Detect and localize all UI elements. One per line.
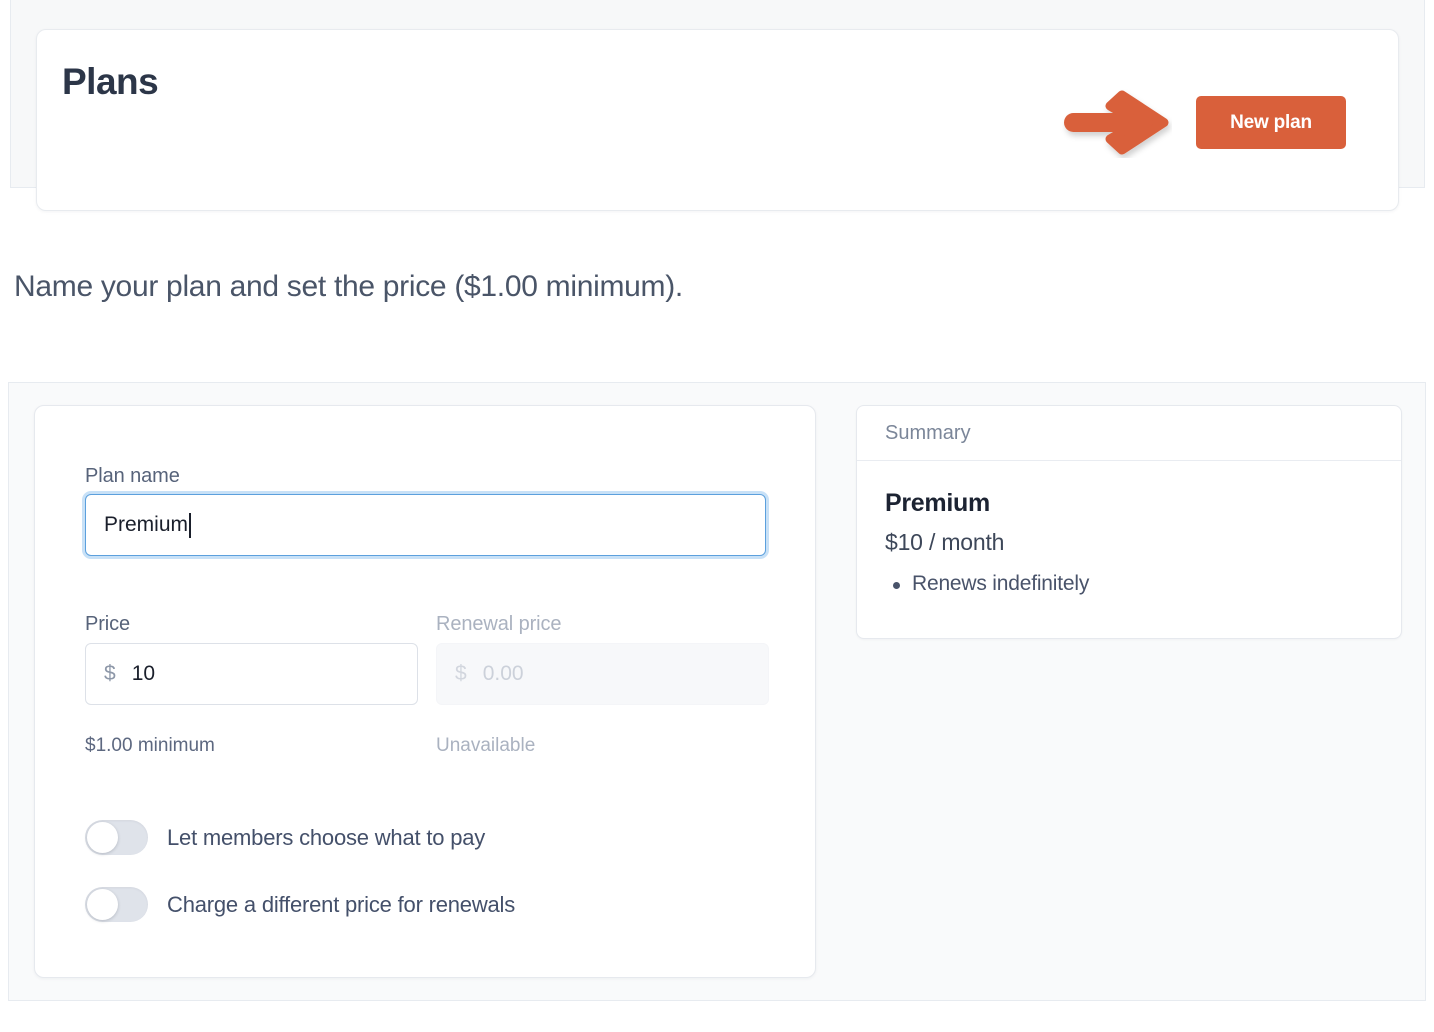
plan-form-card: Plan name Premium Price $ 10 $1.00 minim… bbox=[34, 405, 816, 978]
summary-body: Premium $10 / month Renews indefinitely bbox=[857, 461, 1401, 596]
price-currency-symbol: $ bbox=[104, 662, 116, 685]
renewal-price-helper-text: Unavailable bbox=[436, 735, 536, 756]
summary-bullet-list: Renews indefinitely bbox=[885, 572, 1373, 596]
page-title: Plans bbox=[62, 61, 159, 102]
toggle-row-charge-different-renewal[interactable]: Charge a different price for renewals bbox=[85, 887, 515, 922]
new-plan-button[interactable]: New plan bbox=[1196, 96, 1346, 149]
summary-header: Summary bbox=[857, 406, 1401, 461]
renewal-price-input: $ 0.00 bbox=[436, 643, 769, 705]
price-label: Price bbox=[85, 613, 131, 635]
summary-plan-price: $10 / month bbox=[885, 529, 1005, 555]
text-caret bbox=[189, 512, 192, 538]
plans-header-card bbox=[36, 29, 1399, 211]
plan-form-container: Plan name Premium Price $ 10 $1.00 minim… bbox=[8, 382, 1426, 1001]
renewal-price-placeholder: 0.00 bbox=[482, 662, 524, 685]
renewal-price-label: Renewal price bbox=[436, 613, 562, 635]
renewal-price-currency-symbol: $ bbox=[455, 662, 467, 685]
toggle-let-members-choose[interactable] bbox=[85, 820, 148, 855]
plans-page: Plans New plan Name your plan and set th… bbox=[0, 0, 1434, 1032]
toggle-label-let-members-choose: Let members choose what to pay bbox=[167, 824, 486, 850]
price-input-value: 10 bbox=[131, 662, 156, 685]
toggle-label-charge-different-renewal: Charge a different price for renewals bbox=[167, 891, 516, 917]
toggle-row-let-members-choose[interactable]: Let members choose what to pay bbox=[85, 820, 485, 855]
plan-name-input[interactable]: Premium bbox=[85, 494, 766, 556]
summary-card: Summary Premium $10 / month Renews indef… bbox=[856, 405, 1402, 639]
plan-name-label: Plan name bbox=[85, 465, 180, 487]
toggle-knob bbox=[87, 889, 118, 920]
toggle-knob bbox=[87, 822, 118, 853]
toggle-charge-different-renewal[interactable] bbox=[85, 887, 148, 922]
price-input[interactable]: $ 10 bbox=[85, 643, 418, 705]
price-helper-text: $1.00 minimum bbox=[85, 735, 215, 756]
right-arrow-annotation-icon bbox=[1060, 88, 1172, 158]
plans-panel-container bbox=[10, 0, 1425, 211]
summary-plan-name: Premium bbox=[885, 489, 990, 517]
summary-bullet-item: Renews indefinitely bbox=[885, 572, 1373, 596]
plan-name-input-value: Premium bbox=[104, 513, 189, 536]
instruction-text: Name your plan and set the price ($1.00 … bbox=[14, 270, 683, 303]
